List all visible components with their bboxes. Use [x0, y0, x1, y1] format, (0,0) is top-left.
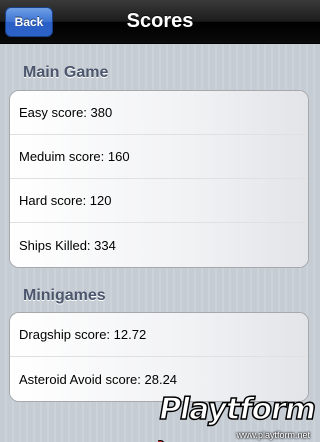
navigation-bar: Back Scores — [0, 0, 320, 44]
list-item-medium-score[interactable]: Meduim score: 160 — [10, 135, 308, 179]
section-header-minigames: Minigames — [23, 287, 106, 304]
back-button[interactable]: Back — [5, 7, 53, 37]
list-item-dragship-score[interactable]: Dragship score: 12.72 — [10, 313, 308, 357]
minigames-group: Dragship score: 12.72 Asteroid Avoid sco… — [9, 312, 309, 402]
playtform-watermark: Playtform www.playtform.net — [158, 392, 318, 442]
main-game-group: Easy score: 380 Meduim score: 160 Hard s… — [9, 90, 309, 268]
back-button-label: Back — [14, 15, 44, 29]
list-item-ships-killed[interactable]: Ships Killed: 334 — [10, 223, 308, 267]
watermark-url: www.playtform.net — [236, 430, 310, 440]
section-header-main-game: Main Game — [23, 64, 109, 81]
list-item-easy-score[interactable]: Easy score: 380 — [10, 91, 308, 135]
list-item-hard-score[interactable]: Hard score: 120 — [10, 179, 308, 223]
